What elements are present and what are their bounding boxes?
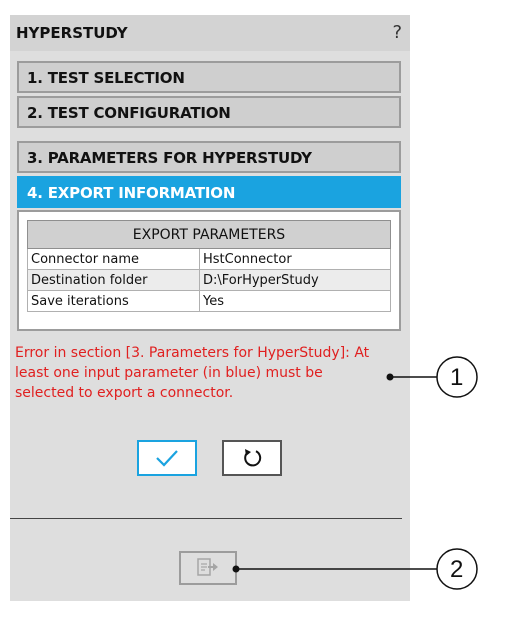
table-row: Connector name HstConnector xyxy=(27,248,391,270)
hyperstudy-panel: HYPERSTUDY ? 1. TEST SELECTION 2. TEST C… xyxy=(10,15,410,601)
param-value[interactable]: Yes xyxy=(199,290,391,312)
checkmark-icon xyxy=(156,450,178,467)
export-connector-button[interactable] xyxy=(179,551,237,585)
section-parameters-for-hyperstudy[interactable]: 3. PARAMETERS FOR HYPERSTUDY xyxy=(17,141,401,173)
param-key: Destination folder xyxy=(27,269,200,291)
param-value[interactable]: D:\ForHyperStudy xyxy=(199,269,391,291)
reset-button[interactable] xyxy=(222,440,282,476)
section-test-configuration[interactable]: 2. TEST CONFIGURATION xyxy=(17,96,401,128)
table-row: Save iterations Yes xyxy=(27,290,391,312)
table-row: Destination folder D:\ForHyperStudy xyxy=(27,269,391,291)
param-key: Save iterations xyxy=(27,290,200,312)
section-export-information[interactable]: 4. EXPORT INFORMATION xyxy=(17,176,401,208)
export-connector-icon xyxy=(197,558,218,576)
param-key: Connector name xyxy=(27,248,200,270)
error-message: Error in section [3. Parameters for Hype… xyxy=(15,345,370,401)
panel-header: HYPERSTUDY ? xyxy=(10,15,410,51)
separator xyxy=(10,518,402,519)
callout-label: 2 xyxy=(450,556,464,583)
export-parameters-box: EXPORT PARAMETERS Connector name HstConn… xyxy=(17,210,401,331)
table-header: EXPORT PARAMETERS xyxy=(27,220,391,249)
reset-icon xyxy=(244,449,262,467)
confirm-button[interactable] xyxy=(137,440,197,476)
section-label: 1. TEST SELECTION xyxy=(27,69,185,87)
callout-label: 1 xyxy=(450,364,464,391)
help-icon[interactable]: ? xyxy=(392,22,402,43)
section-label: 2. TEST CONFIGURATION xyxy=(27,104,231,122)
param-value[interactable]: HstConnector xyxy=(199,248,391,270)
section-label: 3. PARAMETERS FOR HYPERSTUDY xyxy=(27,149,312,167)
section-label: 4. EXPORT INFORMATION xyxy=(27,184,236,202)
export-parameters-table: EXPORT PARAMETERS Connector name HstConn… xyxy=(27,220,391,312)
section-test-selection[interactable]: 1. TEST SELECTION xyxy=(17,61,401,93)
panel-title: HYPERSTUDY xyxy=(16,24,128,42)
